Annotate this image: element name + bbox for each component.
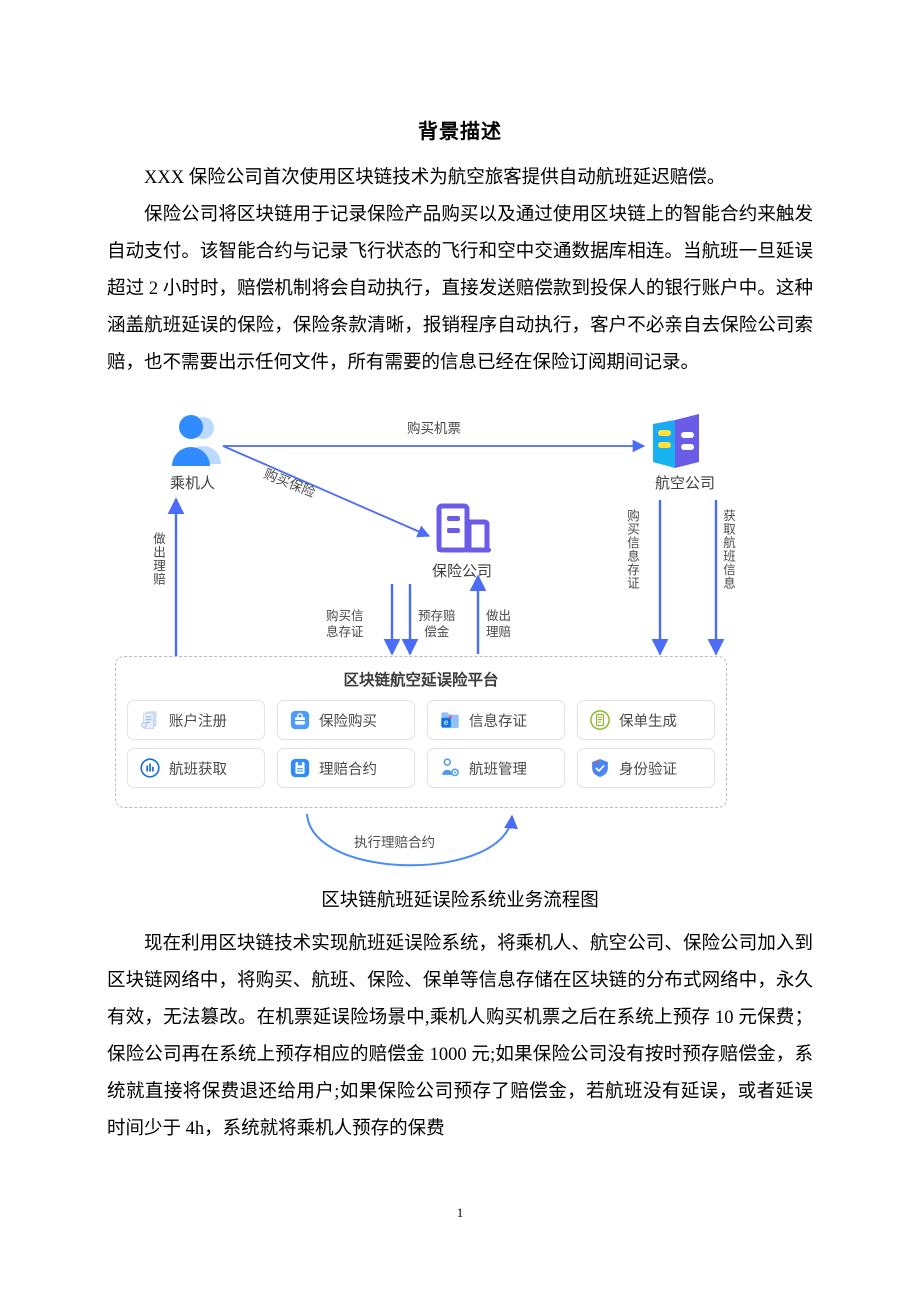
platform-tile-account-register[interactable]: 账户注册 (127, 700, 265, 740)
edge-label-buy-info-cert-right: 购买信息存证 (625, 509, 640, 590)
edge-label-execute-claim-contract: 执行理赔合约 (354, 835, 435, 851)
node-label-airline: 航空公司 (655, 474, 716, 492)
page-number: 1 (456, 1205, 464, 1220)
edge-label-buy-info-cert-mid: 购买信 息存证 (326, 608, 364, 639)
platform-tile-flight-management[interactable]: 航班管理 (427, 748, 565, 788)
tile-label: 账户注册 (169, 713, 227, 730)
insurance-building-icon (436, 503, 491, 553)
platform-tile-identity-verification[interactable]: 身份验证 (577, 748, 715, 788)
chart-circle-icon (140, 758, 160, 778)
passenger-icon (172, 415, 221, 466)
folder-e-icon: e (441, 712, 459, 728)
edge-label-get-flight-info: 获取航班信息 (721, 509, 736, 590)
platform-tile-claim-contract[interactable]: 理赔合约 (277, 748, 415, 788)
document-stack-icon (141, 711, 157, 730)
paragraph-1: XXX 保险公司首次使用区块链技术为航空旅客提供自动航班延迟赔偿。 (144, 168, 726, 188)
blockchain-platform-panel: 区块链航空延误险平台 账户注册 保险购买 e 信息存证 保单生成 航班获取 理赔… (115, 656, 727, 808)
platform-tile-insurance-purchase[interactable]: 保险购买 (277, 700, 415, 740)
platform-title: 区块链航空延误险平台 (343, 671, 499, 689)
document-page: 背景描述 XXX 保险公司首次使用区块链技术为航空旅客提供自动航班延迟赔偿。 保… (0, 0, 920, 1302)
tile-label: 信息存证 (469, 713, 527, 730)
figure-caption: 区块链航班延误险系统业务流程图 (321, 891, 599, 911)
platform-tile-info-certification[interactable]: e 信息存证 (427, 700, 565, 740)
edge-label-buy-ticket: 购买机票 (407, 421, 461, 437)
user-gear-icon (442, 758, 459, 777)
edge-label-make-claim-left: 做出理赔 (151, 532, 166, 586)
page-title: 背景描述 (418, 119, 502, 143)
platform-tile-flight-fetch[interactable]: 航班获取 (127, 748, 265, 788)
edge-label-prepay-compensation: 预存赔 偿金 (418, 608, 456, 639)
svg-text:e: e (444, 718, 448, 727)
edge-label-make-claim-mid: 做出 理赔 (486, 608, 512, 639)
airline-building-icon (653, 414, 699, 468)
tile-label: 保单生成 (619, 713, 677, 730)
paragraph-3: 现在利用区块链技术实现航班延误险系统，将乘机人、航空公司、保险公司加入到区块链网… (107, 934, 813, 1139)
policy-circle-icon (590, 710, 610, 730)
contract-doc-icon (290, 758, 310, 778)
node-label-passenger: 乘机人 (170, 474, 216, 492)
tile-label: 航班管理 (469, 761, 527, 778)
document-body: 背景描述 XXX 保险公司首次使用区块链技术为航空旅客提供自动航班延迟赔偿。 保… (107, 0, 813, 1148)
platform-tile-grid: 账户注册 保险购买 e 信息存证 保单生成 航班获取 理赔合约 航班管理 身份验… (116, 690, 726, 788)
briefcase-icon (290, 710, 310, 730)
shield-check-icon (592, 759, 608, 777)
paragraph-2: 保险公司将区块链用于记录保险产品购买以及通过使用区块链上的智能合约来触发自动支付… (107, 205, 813, 373)
tile-label: 身份验证 (619, 761, 677, 778)
platform-tile-policy-generation[interactable]: 保单生成 (577, 700, 715, 740)
tile-label: 保险购买 (319, 713, 377, 730)
node-label-insurer: 保险公司 (432, 562, 493, 580)
business-flow-diagram: 乘机人 保险公司 航空公司 购买机票 购买保险 做出理赔 购买信 息存证 预存赔… (107, 404, 813, 884)
tile-label: 航班获取 (169, 761, 227, 778)
tile-label: 理赔合约 (319, 761, 377, 778)
